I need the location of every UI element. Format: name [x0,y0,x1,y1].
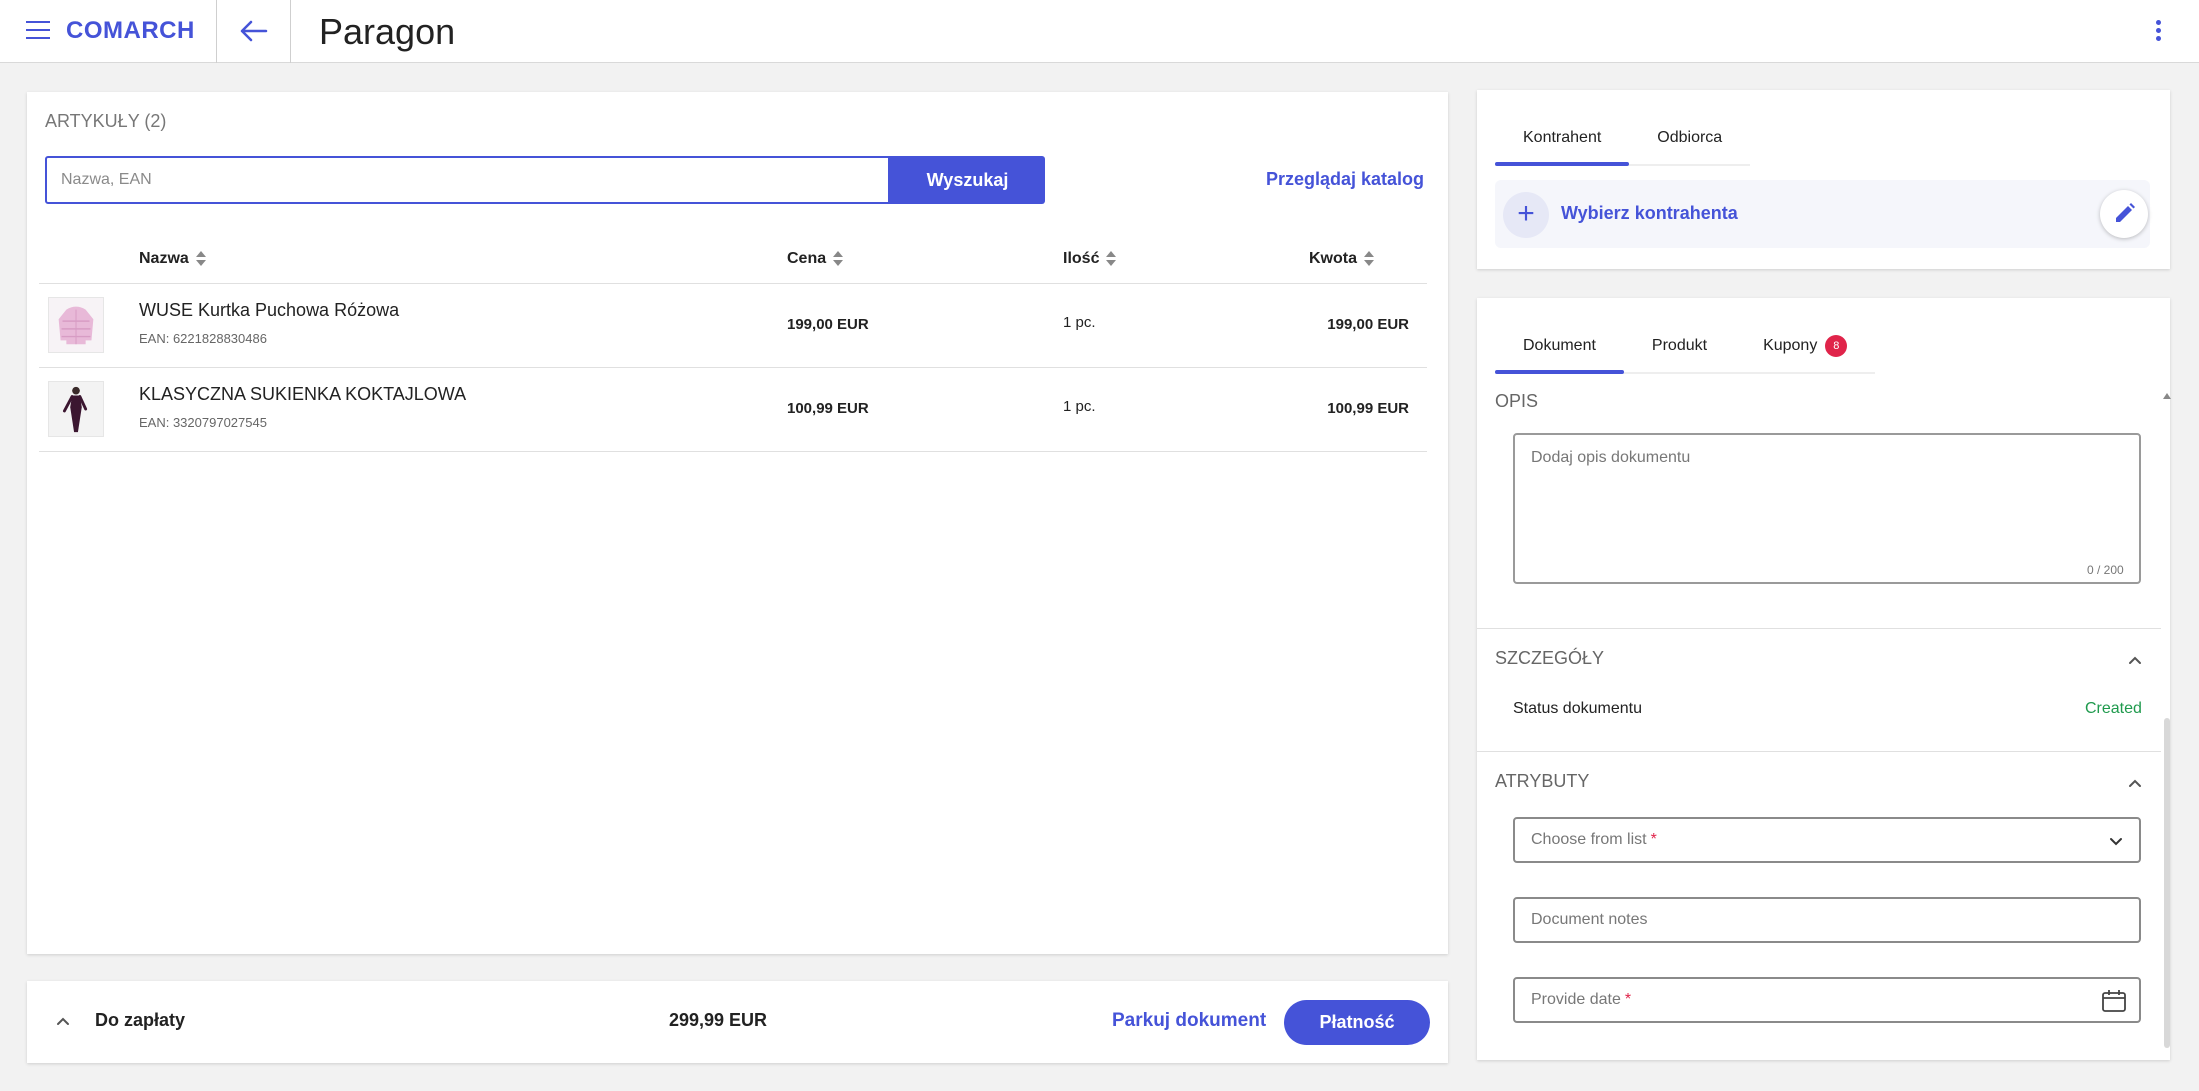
item-name: KLASYCZNA SUKIENKA KOKTAJLOWA [139,384,467,404]
amount-due-value: 299,99 EUR [669,1010,768,1030]
tab-document[interactable]: Dokument [1495,332,1624,374]
choose-contractor-label[interactable]: Wybierz kontrahenta [1561,203,1738,224]
item-qty[interactable]: 1 pc. [1063,398,1096,415]
amount-due-label: Do zapłaty [95,1010,186,1030]
pencil-icon[interactable] [2100,190,2148,238]
payment-summary-bar: Do zapłaty 299,99 EUR Parkuj dokument Pł… [27,981,1448,1063]
tab-coupons-label: Kupony [1763,337,1818,354]
table-row[interactable]: KLASYCZNA SUKIENKA KOKTAJLOWA EAN: 33207… [39,368,1427,452]
scroll-up-arrow-icon[interactable] [2163,393,2171,399]
more-options-icon[interactable] [2152,20,2164,44]
tab-recipient[interactable]: Odbiorca [1629,124,1750,164]
tab-contractor[interactable]: Kontrahent [1495,124,1630,166]
description-section-title: OPIS [1495,391,1539,411]
browse-catalog-link[interactable]: Przeglądaj katalog [1266,169,1424,190]
item-price: 199,00 EUR [787,316,869,333]
required-mark: * [1650,831,1657,848]
articles-heading: ARTYKUŁY (2) [45,111,167,131]
chevron-up-icon[interactable] [2127,775,2143,791]
column-qty[interactable]: Ilość [1063,250,1117,268]
column-price-label: Cena [787,250,827,267]
menu-icon[interactable] [26,21,50,41]
chevron-down-icon[interactable] [2105,830,2127,852]
item-price: 100,99 EUR [787,400,869,417]
comarch-logo: COMARCH [66,17,195,44]
contractor-tabs: Kontrahent Odbiorca [1495,124,1751,166]
required-mark: * [1624,991,1632,1008]
column-name-label: Nazwa [139,250,189,267]
chevron-up-icon[interactable] [55,1013,71,1029]
item-qty[interactable]: 1 pc. [1063,314,1096,331]
document-status-label: Status dokumentu [1513,700,1642,717]
item-ean: EAN: 3320797027545 [139,415,267,430]
column-name[interactable]: Nazwa [139,250,207,268]
sort-icon[interactable] [195,250,207,268]
calendar-icon[interactable] [2101,988,2127,1014]
choose-contractor-row[interactable]: + Wybierz kontrahenta [1495,180,2150,248]
top-bar: COMARCH Paragon [0,0,2199,63]
document-status-value: Created [2085,700,2142,717]
sort-icon[interactable] [832,250,844,268]
chevron-up-icon[interactable] [2127,652,2143,668]
tab-coupons[interactable]: Kupony 8 [1735,332,1875,372]
item-amount: 100,99 EUR [1327,400,1409,417]
attribute-select[interactable]: Choose from list * [1513,817,2141,863]
tab-product[interactable]: Produkt [1624,332,1735,372]
document-tabs: Dokument Produkt Kupony 8 [1495,332,1876,374]
date-input[interactable]: Provide date * [1513,977,2141,1023]
page-title: Paragon [319,11,456,52]
date-placeholder: Provide date [1531,991,1621,1008]
table-row[interactable]: WUSE Kurtka Puchowa Różowa EAN: 62218288… [39,284,1427,368]
search-button[interactable]: Wyszukaj [890,156,1045,204]
product-thumbnail-dress [48,381,104,437]
table-header: Nazwa Cena Ilość Kwota [39,232,1427,284]
scrollbar[interactable] [2164,718,2170,1048]
plus-icon[interactable]: + [1503,192,1549,238]
document-notes-placeholder: Document notes [1531,911,1648,928]
contractor-panel: Kontrahent Odbiorca + Wybierz kontrahent… [1477,90,2170,269]
column-amount-label: Kwota [1309,250,1357,267]
park-document-button[interactable]: Parkuj dokument [1112,1010,1266,1032]
document-notes-input[interactable]: Document notes [1513,897,2141,943]
attribute-select-placeholder: Choose from list [1531,831,1647,848]
details-section-title: SZCZEGÓŁY [1495,648,1605,668]
back-arrow-icon[interactable] [236,14,270,48]
sort-icon[interactable] [1363,250,1375,268]
product-thumbnail-jacket [48,297,104,353]
articles-panel: ARTYKUŁY (2) Wyszukaj Przeglądaj katalog… [27,92,1448,954]
document-description-input[interactable] [1513,433,2141,584]
sort-icon[interactable] [1105,250,1117,268]
header-divider [290,0,291,63]
search-input[interactable] [45,156,890,204]
header-divider [216,0,217,63]
coupons-count-badge: 8 [1825,335,1848,357]
column-qty-label: Ilość [1063,250,1100,267]
column-amount[interactable]: Kwota [1309,250,1375,268]
document-panel: Dokument Produkt Kupony 8 OPIS 0 / 200 SZ… [1477,298,2171,1060]
section-divider [1477,751,2161,752]
description-char-counter: 0 / 200 [2087,563,2124,577]
payment-button[interactable]: Płatność [1284,1000,1430,1045]
section-divider [1477,628,2161,629]
item-ean: EAN: 6221828830486 [139,331,267,346]
item-amount: 199,00 EUR [1327,316,1409,333]
item-name: WUSE Kurtka Puchowa Różowa [139,300,400,320]
column-price[interactable]: Cena [787,250,844,268]
attributes-section-title: ATRYBUTY [1495,771,1590,791]
